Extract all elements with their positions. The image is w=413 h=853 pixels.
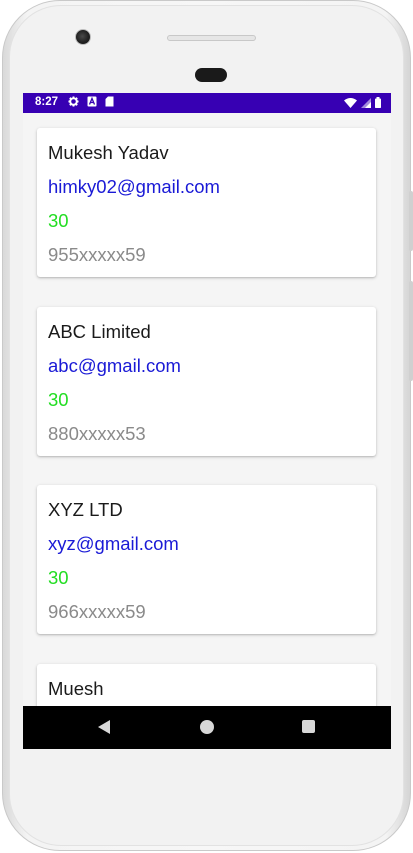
contact-age: 30 [48, 389, 69, 410]
recent-apps-icon[interactable] [302, 720, 315, 733]
navigation-bar [23, 706, 391, 749]
contact-age: 30 [48, 567, 69, 588]
contact-card[interactable]: Muesh [37, 664, 376, 706]
contact-name: ABC Limited [48, 321, 151, 342]
contact-phone: 966xxxxx59 [48, 601, 146, 622]
contact-name: XYZ LTD [48, 499, 123, 520]
power-button [409, 191, 413, 251]
contact-list[interactable]: Mukesh Yadav himky02@gmail.com 30 955xxx… [23, 113, 391, 706]
system-icons [344, 97, 381, 108]
battery-icon [375, 97, 381, 108]
contact-phone: 880xxxxx53 [48, 423, 146, 444]
sd-card-icon [105, 96, 114, 107]
contact-email: himky02@gmail.com [48, 176, 220, 197]
contact-card[interactable]: XYZ LTD xyz@gmail.com 30 966xxxxx59 [37, 485, 376, 634]
phone-screen: 8:27 Mukesh Yadav himky02@gmail.com 30 9… [23, 93, 391, 749]
contact-card[interactable]: Mukesh Yadav himky02@gmail.com 30 955xxx… [37, 128, 376, 277]
status-time: 8:27 [35, 96, 59, 108]
volume-button [409, 281, 413, 381]
notification-icons [68, 96, 114, 107]
home-icon[interactable] [200, 720, 214, 734]
contact-name: Muesh [48, 678, 104, 699]
contact-card[interactable]: ABC Limited abc@gmail.com 30 880xxxxx53 [37, 307, 376, 456]
front-camera [75, 29, 91, 45]
wifi-icon [344, 97, 357, 108]
earpiece-speaker [167, 35, 256, 41]
contact-email: abc@gmail.com [48, 355, 181, 376]
proximity-sensor [195, 68, 227, 82]
back-icon[interactable] [98, 720, 110, 734]
status-bar: 8:27 [23, 93, 391, 113]
gear-icon [68, 96, 79, 107]
contact-name: Mukesh Yadav [48, 142, 169, 163]
contact-age: 30 [48, 210, 69, 231]
a-box-icon [87, 96, 97, 107]
contact-phone: 955xxxxx59 [48, 244, 146, 265]
contact-email: xyz@gmail.com [48, 533, 179, 554]
signal-icon [361, 97, 371, 108]
